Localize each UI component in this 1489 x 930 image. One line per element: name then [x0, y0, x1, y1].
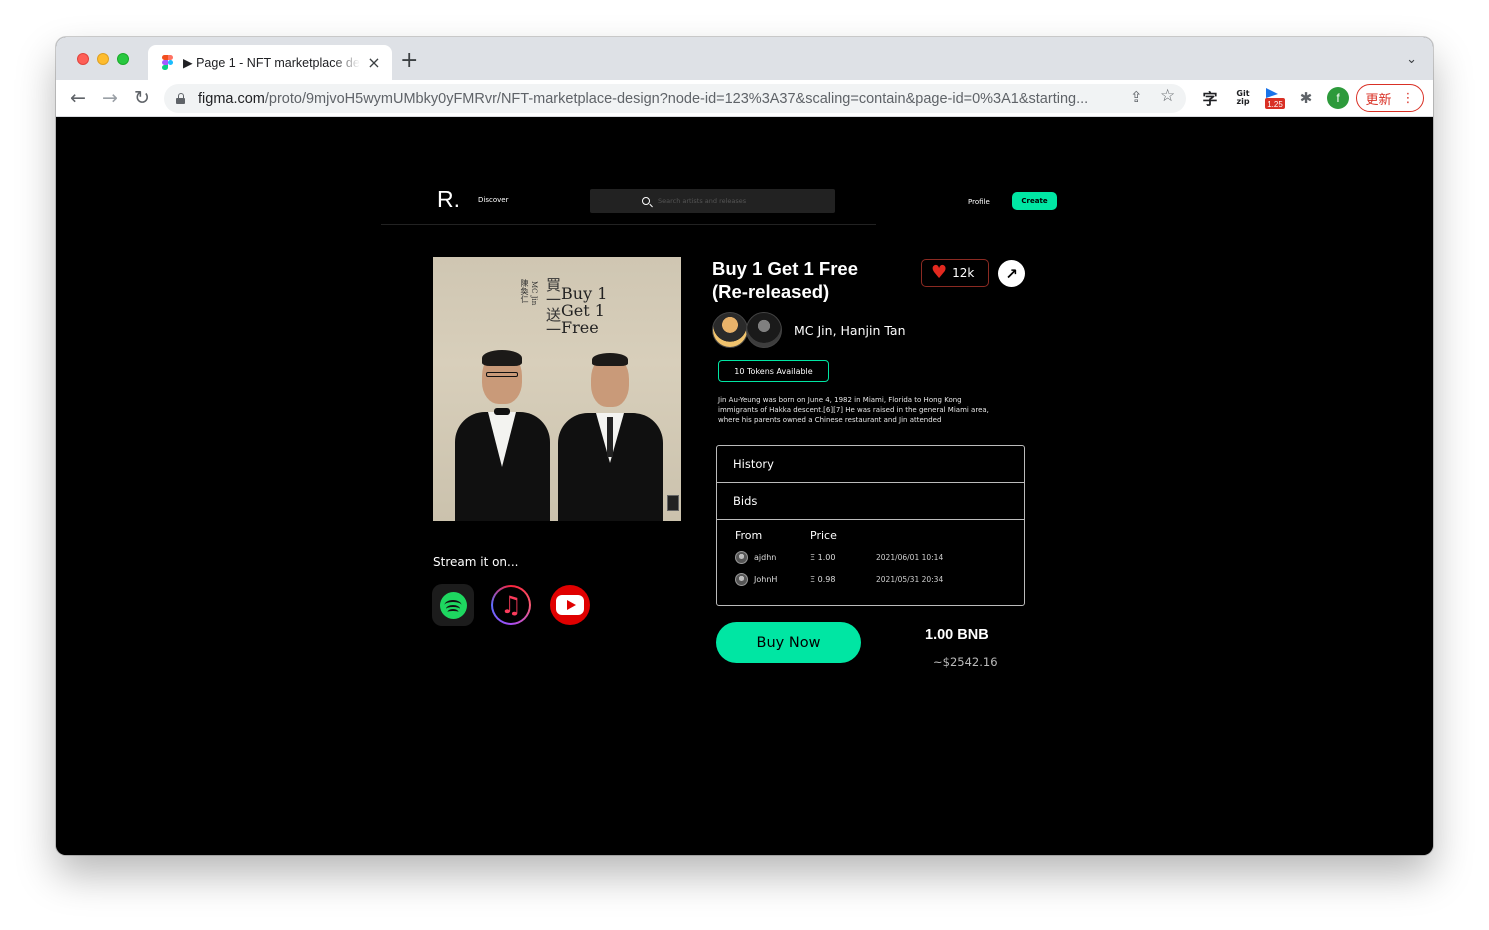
kebab-menu-icon: ⋮	[1401, 90, 1415, 106]
share-button[interactable]: ↗	[998, 260, 1025, 287]
header-divider	[381, 224, 876, 225]
reload-icon[interactable]: ↻	[130, 86, 154, 110]
release-description: Jin Au-Yeung was born on June 4, 1982 in…	[718, 396, 989, 424]
translate-extension-icon[interactable]: 字	[1200, 86, 1220, 110]
bidder-name: ajdhn	[754, 552, 777, 562]
tab-close-icon[interactable]: ×	[366, 53, 382, 72]
gitzip-extension-icon[interactable]: Git zip	[1232, 86, 1254, 110]
cover-artist-cn: 陳奐仁	[520, 279, 529, 303]
update-button[interactable]: 更新 ⋮	[1356, 84, 1424, 112]
close-window-button[interactable]	[77, 53, 89, 65]
like-count: 12k	[952, 266, 975, 280]
stream-label: Stream it on...	[433, 555, 519, 569]
artist-avatar-hanjin-tan[interactable]	[746, 312, 782, 348]
bidder-avatar	[735, 572, 748, 586]
browser-window: ▶ Page 1 - NFT marketplace design × + ⌄ …	[56, 37, 1433, 855]
forward-icon[interactable]: →	[98, 86, 122, 110]
tab-title: ▶ Page 1 - NFT marketplace design	[183, 56, 360, 70]
bid-date: 2021/06/01 10:14	[876, 552, 944, 562]
search-icon	[642, 197, 650, 205]
like-button[interactable]: ♥ 12k	[921, 259, 989, 287]
extension-badge: 1.25	[1267, 100, 1283, 109]
bid-date: 2021/05/31 20:34	[876, 574, 944, 584]
maximize-window-button[interactable]	[117, 53, 129, 65]
figma-icon	[162, 54, 173, 71]
bookmark-star-icon[interactable]: ☆	[1160, 86, 1175, 106]
youtube-icon[interactable]	[549, 584, 591, 626]
cover-artist-mc: MC Jin	[530, 281, 538, 306]
cover-person-right	[558, 353, 663, 521]
artist-avatar-mc-jin[interactable]	[712, 312, 748, 348]
prototype-viewport: R. Discover Search artists and releases …	[56, 117, 1433, 855]
speed-extension-icon[interactable]: 1.25	[1262, 86, 1286, 110]
nav-profile[interactable]: Profile	[968, 198, 990, 206]
price-usd: ~$2542.16	[933, 655, 998, 669]
tab-search-icon[interactable]: ⌄	[1406, 52, 1417, 67]
spotify-icon[interactable]	[432, 584, 474, 626]
album-cover-image: 買一送一 MC Jin 陳奐仁 Buy 1 Get 1 Free	[433, 257, 681, 521]
search-input[interactable]: Search artists and releases	[590, 189, 835, 213]
bidder-avatar	[735, 550, 748, 564]
heart-icon: ♥	[931, 262, 948, 283]
cover-title: Buy 1 Get 1 Free	[561, 284, 608, 337]
create-button[interactable]: Create	[1012, 192, 1057, 210]
browser-tab[interactable]: ▶ Page 1 - NFT marketplace design ×	[148, 45, 392, 80]
site-logo[interactable]: R.	[437, 186, 460, 213]
price-bnb: 1.00 BNB	[925, 627, 989, 643]
column-from: From	[735, 529, 763, 542]
browser-toolbar: ← → ↻ figma.com/proto/9mjvoH5wymUMbky0yF…	[56, 80, 1433, 117]
lock-icon[interactable]	[176, 93, 185, 104]
table-row[interactable]: JohnH Ξ 0.98 2021/05/31 20:34	[735, 568, 1024, 590]
nav-discover[interactable]: Discover	[478, 196, 508, 204]
update-label: 更新	[1365, 92, 1392, 108]
table-row[interactable]: ajdhn Ξ 1.00 2021/06/01 10:14	[735, 546, 1024, 568]
bidder-name: JohnH	[754, 574, 778, 584]
title-bar: ▶ Page 1 - NFT marketplace design × + ⌄	[56, 37, 1433, 80]
cover-person-left	[455, 350, 550, 521]
label-logo	[667, 495, 679, 511]
url-text[interactable]: figma.com/proto/9mjvoH5wymUMbky0yFMRvr/N…	[198, 91, 1123, 107]
tab-bids[interactable]: Bids	[717, 483, 1024, 520]
bids-table-header: From Price	[735, 529, 1024, 542]
extensions-puzzle-icon[interactable]: ✱	[1296, 86, 1316, 110]
activity-panel: History Bids From Price ajdhn Ξ 1.00 202…	[716, 445, 1025, 606]
buy-now-button[interactable]: Buy Now	[716, 622, 861, 663]
apple-music-icon[interactable]: ♫	[490, 584, 532, 626]
bids-table: From Price ajdhn Ξ 1.00 2021/06/01 10:14…	[717, 520, 1024, 590]
release-title: Buy 1 Get 1 Free (Re-released)	[712, 258, 859, 302]
minimize-window-button[interactable]	[97, 53, 109, 65]
bid-price: Ξ 1.00	[810, 552, 836, 562]
tab-history[interactable]: History	[717, 446, 1024, 483]
search-placeholder: Search artists and releases	[658, 197, 747, 205]
tokens-available-badge: 10 Tokens Available	[718, 360, 829, 382]
back-icon[interactable]: ←	[66, 86, 90, 110]
arrow-up-right-icon: ↗	[1005, 264, 1018, 283]
profile-avatar[interactable]: f	[1327, 87, 1349, 109]
address-bar[interactable]: figma.com/proto/9mjvoH5wymUMbky0yFMRvr/N…	[164, 84, 1186, 113]
new-tab-button[interactable]: +	[400, 50, 418, 72]
share-icon[interactable]: ⇪	[1130, 88, 1143, 106]
artist-names[interactable]: MC Jin, Hanjin Tan	[794, 323, 906, 338]
column-price: Price	[810, 529, 837, 542]
bid-price: Ξ 0.98	[810, 574, 836, 584]
